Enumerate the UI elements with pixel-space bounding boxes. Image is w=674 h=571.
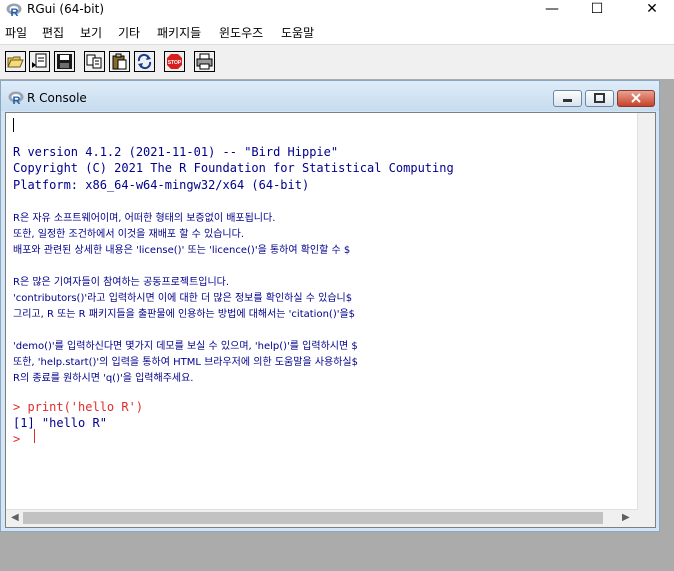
save-workspace-button[interactable] — [54, 51, 75, 72]
stop-button[interactable]: STOP — [164, 51, 185, 72]
console-output[interactable]: R version 4.1.2 (2021-11-01) -- "Bird Hi… — [5, 112, 656, 528]
input-cursor — [34, 429, 35, 443]
scroll-right-icon[interactable]: ▶ — [622, 512, 630, 523]
menu-packages[interactable]: 패키지들 — [157, 24, 201, 41]
printer-icon — [196, 53, 213, 70]
console-line: R의 종료를 원하시면 'q()'을 입력해주세요. — [13, 373, 194, 384]
console-line: Copyright (C) 2021 The R Foundation for … — [13, 161, 454, 175]
open-folder-icon — [7, 56, 24, 68]
vertical-scrollbar[interactable] — [637, 113, 655, 511]
console-line: Platform: x86_64-w64-mingw32/x64 (64-bit… — [13, 178, 310, 192]
close-button[interactable]: ✕ — [630, 0, 674, 20]
console-line: 또한, 'help.start()'의 입력을 통하여 HTML 브라우저에 의… — [13, 357, 358, 368]
svg-text:R: R — [11, 7, 19, 17]
console-line: 'contributors()'라고 입력하시면 이에 대한 더 많은 정보를 … — [13, 293, 353, 304]
input-prompt[interactable]: > — [13, 432, 20, 446]
copy-paste-button[interactable] — [109, 51, 130, 72]
toolbar: STOP — [0, 44, 674, 80]
svg-text:R: R — [13, 95, 21, 105]
restore-icon — [594, 93, 605, 103]
maximize-button[interactable]: ☐ — [575, 0, 619, 20]
refresh-icon — [137, 53, 152, 70]
console-line: 배포와 관련된 상세한 내용은 'license()' 또는 'licence(… — [13, 245, 351, 256]
scroll-left-icon[interactable]: ◀ — [11, 512, 19, 523]
horizontal-scroll-thumb[interactable] — [23, 512, 603, 524]
scrollbar-corner — [638, 510, 655, 527]
text-caret — [13, 118, 14, 132]
menu-help[interactable]: 도움말 — [281, 24, 314, 41]
load-workspace-button[interactable] — [29, 51, 50, 72]
stop-label: STOP — [168, 60, 182, 66]
menu-misc[interactable]: 기타 — [118, 24, 140, 41]
print-button[interactable] — [194, 51, 215, 72]
console-close-button[interactable] — [617, 90, 655, 107]
menu-file[interactable]: 파일 — [5, 24, 27, 41]
minimize-button[interactable]: — — [530, 0, 574, 20]
r-console-window: R R Console R version 4.1.2 (2021-11-01)… — [0, 80, 660, 532]
menu-edit[interactable]: 편집 — [42, 24, 64, 41]
r-logo-icon: R — [8, 91, 24, 105]
copy-icon — [86, 54, 102, 69]
console-line: 'demo()'를 입력하신다면 몇가지 데모를 보실 수 있으며, 'help… — [13, 341, 358, 352]
close-icon — [631, 93, 641, 103]
copy-button[interactable] — [84, 51, 105, 72]
command-line: > print('hello R') — [13, 400, 144, 414]
clipboard-icon — [112, 53, 127, 70]
menu-windows[interactable]: 윈도우즈 — [219, 24, 263, 41]
refresh-button[interactable] — [134, 51, 155, 72]
console-titlebar[interactable]: R R Console — [1, 81, 659, 111]
console-line: R은 자유 소프트웨어이며, 어떠한 형태의 보증없이 배포됩니다. — [13, 213, 276, 224]
open-script-button[interactable] — [5, 51, 26, 72]
r-logo-icon: R — [6, 3, 22, 17]
stop-icon: STOP — [167, 54, 182, 69]
menu-bar: 파일 편집 보기 기타 패키지들 윈도우즈 도움말 — [0, 20, 674, 44]
console-line: 그리고, R 또는 R 패키지들을 출판물에 인용하는 방법에 대해서는 'ci… — [13, 309, 356, 320]
console-minimize-button[interactable] — [553, 90, 582, 107]
save-disk-icon — [57, 54, 72, 69]
console-maximize-button[interactable] — [585, 90, 614, 107]
menu-view[interactable]: 보기 — [80, 24, 102, 41]
horizontal-scrollbar[interactable]: ◀ ▶ — [6, 509, 638, 527]
app-title: RGui (64-bit) — [27, 2, 105, 16]
app-titlebar: R RGui (64-bit) — ☐ ✕ — [0, 0, 674, 20]
load-document-icon — [32, 53, 47, 68]
console-line: R version 4.1.2 (2021-11-01) -- "Bird Hi… — [13, 145, 339, 159]
output-line: [1] "hello R" — [13, 416, 107, 430]
console-line: R은 많은 기여자들이 참여하는 공동프로젝트입니다. — [13, 277, 230, 288]
console-title: R Console — [27, 91, 87, 105]
console-line: 또한, 일정한 조건하에서 이것을 재배포 할 수 있습니다. — [13, 229, 245, 240]
minimize-icon — [563, 99, 572, 102]
